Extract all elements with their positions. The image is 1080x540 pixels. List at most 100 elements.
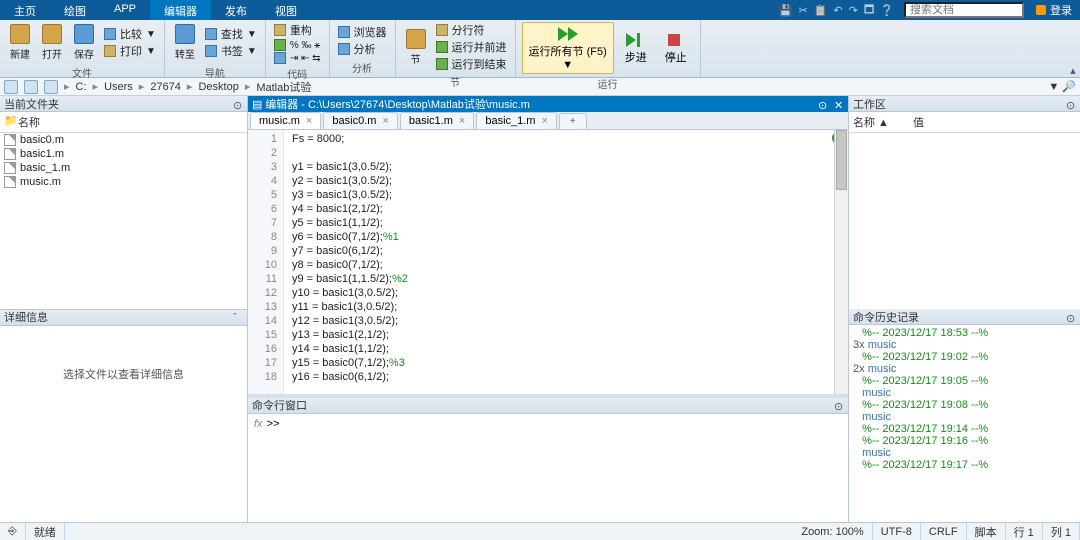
step-button[interactable]: 步进 (618, 29, 654, 67)
stop-button[interactable]: 停止 (658, 29, 694, 67)
forward-icon[interactable] (24, 80, 38, 94)
editor-tab-add[interactable]: + (559, 113, 587, 129)
status-busy-icon: ⎆ (0, 523, 26, 540)
fx-icon: fx (254, 418, 263, 430)
history-entry[interactable]: 3x music (851, 339, 1078, 351)
menu-tab-home[interactable]: 主页 (0, 0, 50, 20)
sectionbreak-icon (436, 24, 448, 36)
history-entry[interactable]: %-- 2023/12/17 19:08 --% (851, 399, 1078, 411)
history-entry[interactable]: %-- 2023/12/17 19:16 --% (851, 435, 1078, 447)
copy-icon[interactable]: 📋 (814, 4, 828, 17)
menu-tab-app[interactable]: APP (100, 0, 150, 20)
panel-menu-icon[interactable]: ⊙ (233, 99, 243, 109)
history-entry[interactable]: %-- 2023/12/17 19:05 --% (851, 375, 1078, 387)
save-icon[interactable]: 💾 (779, 4, 793, 17)
help-icon[interactable]: ❔ (880, 4, 894, 17)
refactor-button[interactable]: 重构 (272, 22, 323, 38)
open-button[interactable]: 打开 (38, 22, 66, 63)
menu-tab-publish[interactable]: 发布 (211, 0, 261, 20)
login-button[interactable]: 登录 (1028, 0, 1080, 20)
panel-menu-icon[interactable]: ⊙ (1066, 99, 1076, 109)
close-icon[interactable]: × (541, 115, 547, 127)
file-item[interactable]: basic0.m (0, 133, 247, 147)
col-name[interactable]: 名称 (18, 114, 40, 130)
back-icon[interactable] (4, 80, 18, 94)
browser-button[interactable]: 浏览器 (336, 24, 389, 40)
path-seg-matlab[interactable]: Matlab试验 (256, 79, 311, 95)
path-seg-users[interactable]: Users (104, 81, 133, 93)
print-label: 打印 (120, 43, 142, 59)
section-button[interactable]: 节 (402, 27, 430, 68)
editor-tab-basic_1[interactable]: basic_1.m× (476, 112, 557, 129)
redo-icon[interactable]: ↷ (849, 4, 858, 17)
history-entry[interactable]: %-- 2023/12/17 19:02 --% (851, 351, 1078, 363)
undo-icon[interactable]: ↶ (833, 4, 842, 17)
compare-button[interactable]: 比较 ▼ (102, 26, 158, 42)
play-icon (556, 25, 580, 43)
comment-button[interactable]: % ‰ ⚹ (272, 39, 323, 51)
history-entry[interactable]: 2x music (851, 363, 1078, 375)
command-input[interactable]: fx>> (248, 414, 848, 434)
stop-label: 停止 (665, 49, 687, 65)
path-seg-27674[interactable]: 27674 (150, 81, 181, 93)
editor-scrollbar[interactable] (834, 130, 848, 394)
history-entry[interactable]: music (851, 447, 1078, 459)
history-entry[interactable]: %-- 2023/12/17 18:53 --% (851, 327, 1078, 339)
new-button[interactable]: 新建 (6, 22, 34, 63)
search-input[interactable] (904, 2, 1024, 18)
ts-group-code: 重构 % ‰ ⚹ ⇥ ⇤ ⇆ 代码 (266, 20, 330, 77)
status-line: 行 1 (1006, 523, 1043, 540)
command-window-panel: 命令行窗口⊙ fx>> (248, 394, 848, 522)
file-item[interactable]: basic_1.m (0, 161, 247, 175)
history-entry[interactable]: music (851, 411, 1078, 423)
file-item[interactable]: basic1.m (0, 147, 247, 161)
menu-tab-view[interactable]: 视图 (261, 0, 311, 20)
layout-icon[interactable]: 🗖 (864, 1, 874, 20)
goto-button[interactable]: 转至 (171, 22, 199, 63)
file-icon (4, 176, 16, 188)
panel-menu-icon[interactable]: ⊙ (1066, 312, 1076, 322)
editor-tab-basic1[interactable]: basic1.m× (400, 112, 474, 129)
panel-menu-icon[interactable]: ⊙ (834, 400, 844, 410)
find-button[interactable]: 查找 ▼ (203, 26, 259, 42)
addr-dropdown-icon[interactable]: ▼ 🔎 (1048, 80, 1076, 93)
editor-close-icon[interactable]: ✕ (834, 99, 844, 109)
current-folder-title: 当前文件夹 (4, 96, 59, 112)
status-zoom[interactable]: Zoom: 100% (793, 523, 872, 540)
code-area[interactable]: 123456789101112131415161718 Fs = 8000; y… (248, 130, 848, 394)
dropdown-icon[interactable]: ▼ (562, 59, 573, 71)
path-seg-desktop[interactable]: Desktop (198, 81, 238, 93)
toolstrip-minimize[interactable]: ▴ (1066, 20, 1080, 77)
bookmark-button[interactable]: 书签 ▼ (203, 43, 259, 59)
runtoend-button[interactable]: 运行到结束 (434, 56, 509, 72)
sectionbreak-button[interactable]: 分行符 (434, 22, 509, 38)
close-icon[interactable]: × (382, 115, 388, 127)
run-all-button[interactable]: 运行所有节 (F5) ▼ (522, 22, 614, 74)
path-seg-c[interactable]: C: (76, 81, 87, 93)
save-button[interactable]: 保存 (70, 22, 98, 63)
indent-button[interactable]: ⇥ ⇤ ⇆ (272, 52, 323, 64)
editor-menu-icon[interactable]: ⊙ (818, 99, 828, 109)
menu-tab-plot[interactable]: 绘图 (50, 0, 100, 20)
folder-icon[interactable] (44, 80, 58, 94)
file-item[interactable]: music.m (0, 175, 247, 189)
status-bar: ⎆ 就绪 Zoom: 100% UTF-8 CRLF 脚本 行 1 列 1 (0, 522, 1080, 540)
analyze-button[interactable]: 分析 (336, 41, 389, 57)
close-icon[interactable]: × (306, 115, 312, 127)
code-lines[interactable]: Fs = 8000; y1 = basic1(3,0.5/2);y2 = bas… (284, 130, 416, 394)
history-entry[interactable]: %-- 2023/12/17 19:14 --% (851, 423, 1078, 435)
scrollbar-thumb[interactable] (836, 130, 847, 190)
runadvance-button[interactable]: 运行并前进 (434, 39, 509, 55)
history-entry[interactable]: music (851, 387, 1078, 399)
editor-tab-basic0[interactable]: basic0.m× (323, 112, 397, 129)
editor-tab-music[interactable]: music.m× (250, 112, 321, 129)
ws-col-value[interactable]: 值 (913, 114, 924, 130)
print-button[interactable]: 打印 ▼ (102, 43, 158, 59)
find-icon (205, 28, 217, 40)
close-icon[interactable]: × (459, 115, 465, 127)
history-entry[interactable]: %-- 2023/12/17 19:17 --% (851, 459, 1078, 471)
details-collapse-icon[interactable]: ˆ (233, 312, 243, 322)
ws-col-name[interactable]: 名称 ▲ (853, 114, 913, 130)
menu-tab-editor[interactable]: 编辑器 (150, 0, 211, 20)
cut-icon[interactable]: ✂ (798, 4, 807, 17)
